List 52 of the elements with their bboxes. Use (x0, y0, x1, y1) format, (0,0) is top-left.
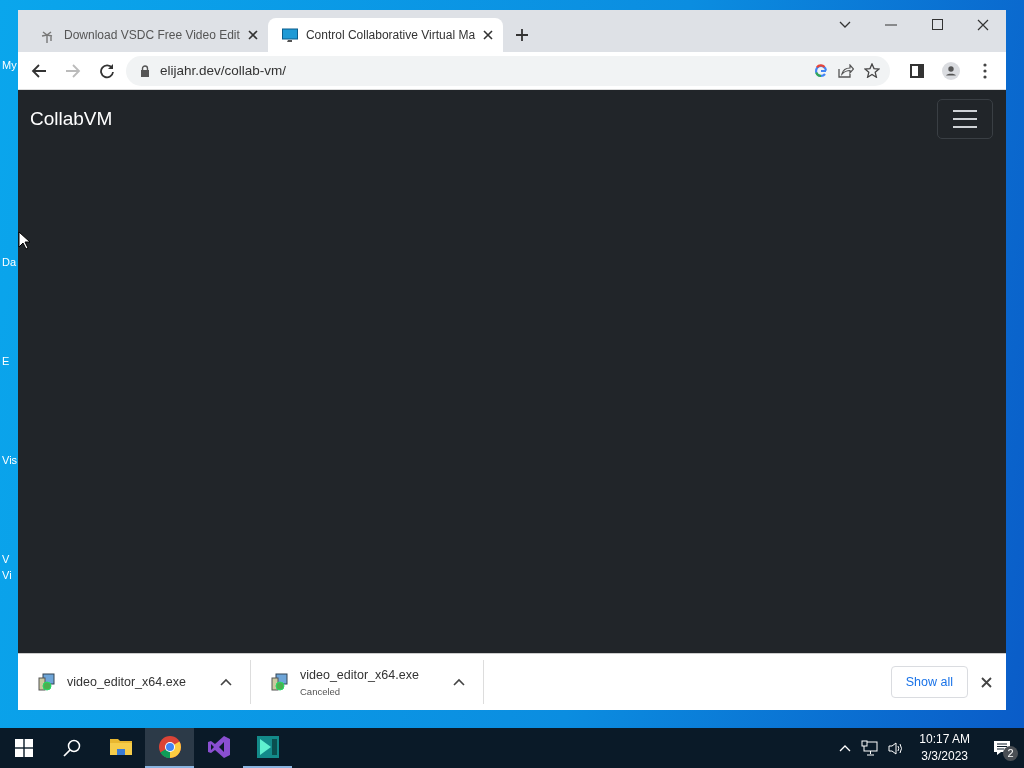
browser-tab[interactable]: Control Collaborative Virtual Ma (267, 18, 504, 52)
reload-icon (99, 62, 115, 79)
search-icon (63, 739, 81, 757)
back-arrow-icon (31, 62, 47, 79)
download-status: Canceled (300, 685, 342, 697)
lock-icon (140, 64, 150, 77)
side-panel-icon (910, 63, 924, 78)
brand-link[interactable]: CollabVM (30, 108, 113, 130)
minimize-icon (885, 23, 897, 26)
file-name: video_editor_x64.exe (67, 675, 187, 689)
play-film-icon (255, 735, 280, 759)
person-icon (942, 59, 960, 82)
mouse-cursor-icon (18, 231, 30, 250)
tab-title: Download VSDC Free Video Edit (64, 28, 240, 42)
action-center-button[interactable]: 2 (980, 728, 1024, 768)
plus-icon (515, 28, 530, 42)
close-icon[interactable] (483, 30, 494, 40)
installer-icon (271, 673, 288, 691)
notification-count-badge: 2 (1003, 746, 1018, 761)
download-item[interactable]: video_editor_x64.exe Canceled (251, 660, 484, 704)
file-name: video_editor_x64.exe (300, 667, 420, 682)
time-text: 10:17 AM (919, 731, 970, 748)
address-bar[interactable]: elijahr.dev/collab-vm/ (126, 55, 890, 86)
close-icon (980, 676, 992, 688)
browser-tab[interactable]: Download VSDC Free Video Edit (26, 18, 268, 52)
infinity-logo-icon (206, 735, 231, 759)
monitor-icon (281, 27, 298, 43)
star-icon[interactable] (864, 63, 880, 78)
clock[interactable]: 10:17 AM 3/3/2023 (909, 731, 980, 765)
date-text: 3/3/2023 (921, 748, 968, 765)
tab-title: Control Collaborative Virtual Ma (305, 28, 476, 42)
close-icon (977, 18, 989, 31)
taskbar-app-button[interactable] (145, 728, 194, 768)
maximize-icon (931, 19, 943, 30)
network-icon[interactable] (861, 740, 879, 756)
forward-arrow-icon (65, 62, 81, 79)
caret-icon[interactable] (220, 678, 232, 686)
share-icon[interactable] (838, 63, 854, 78)
hamburger-menu-icon (953, 110, 977, 128)
chrome-icon (157, 735, 182, 759)
url-text: elijahr.dev/collab-vm/ (160, 63, 287, 78)
installer-icon (38, 673, 55, 691)
kebab-menu-icon (983, 62, 987, 79)
close-icon[interactable] (247, 30, 258, 40)
google-icon (814, 63, 828, 78)
speaker-icon[interactable] (888, 740, 905, 756)
caret-icon[interactable] (453, 678, 465, 686)
chevron-down-icon (839, 20, 851, 29)
download-item[interactable]: video_editor_x64.exe (18, 660, 251, 704)
windows-logo-icon (15, 739, 33, 757)
show-all-button[interactable]: Show all (890, 666, 968, 698)
menu-toggle-button[interactable] (937, 99, 993, 139)
